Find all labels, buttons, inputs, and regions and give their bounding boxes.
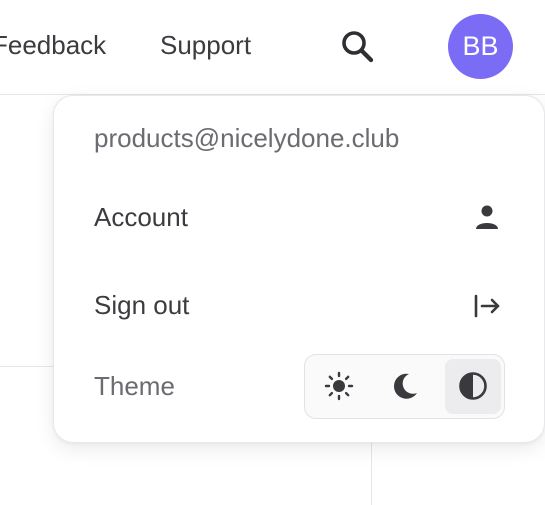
sign-out-icon [472, 291, 502, 321]
sign-out-menu-item[interactable]: Sign out [54, 276, 544, 336]
support-link[interactable]: Support [160, 26, 251, 64]
sign-out-label: Sign out [94, 290, 190, 320]
theme-switcher [304, 354, 505, 419]
system-theme-button[interactable] [445, 359, 501, 414]
feedback-link[interactable]: Feedback [0, 26, 106, 64]
search-icon[interactable] [338, 26, 378, 66]
top-navigation: Feedback Support BB [0, 0, 545, 95]
account-email: products@nicelydone.club [94, 123, 400, 153]
account-menu-item[interactable]: Account [54, 188, 544, 248]
account-label: Account [94, 202, 188, 232]
user-icon [472, 203, 502, 233]
theme-label: Theme [94, 371, 175, 401]
light-theme-button[interactable] [311, 359, 367, 414]
dark-theme-button[interactable] [377, 359, 433, 414]
avatar[interactable]: BB [448, 14, 513, 79]
account-dropdown-menu: products@nicelydone.club Account Sign ou… [53, 95, 545, 443]
